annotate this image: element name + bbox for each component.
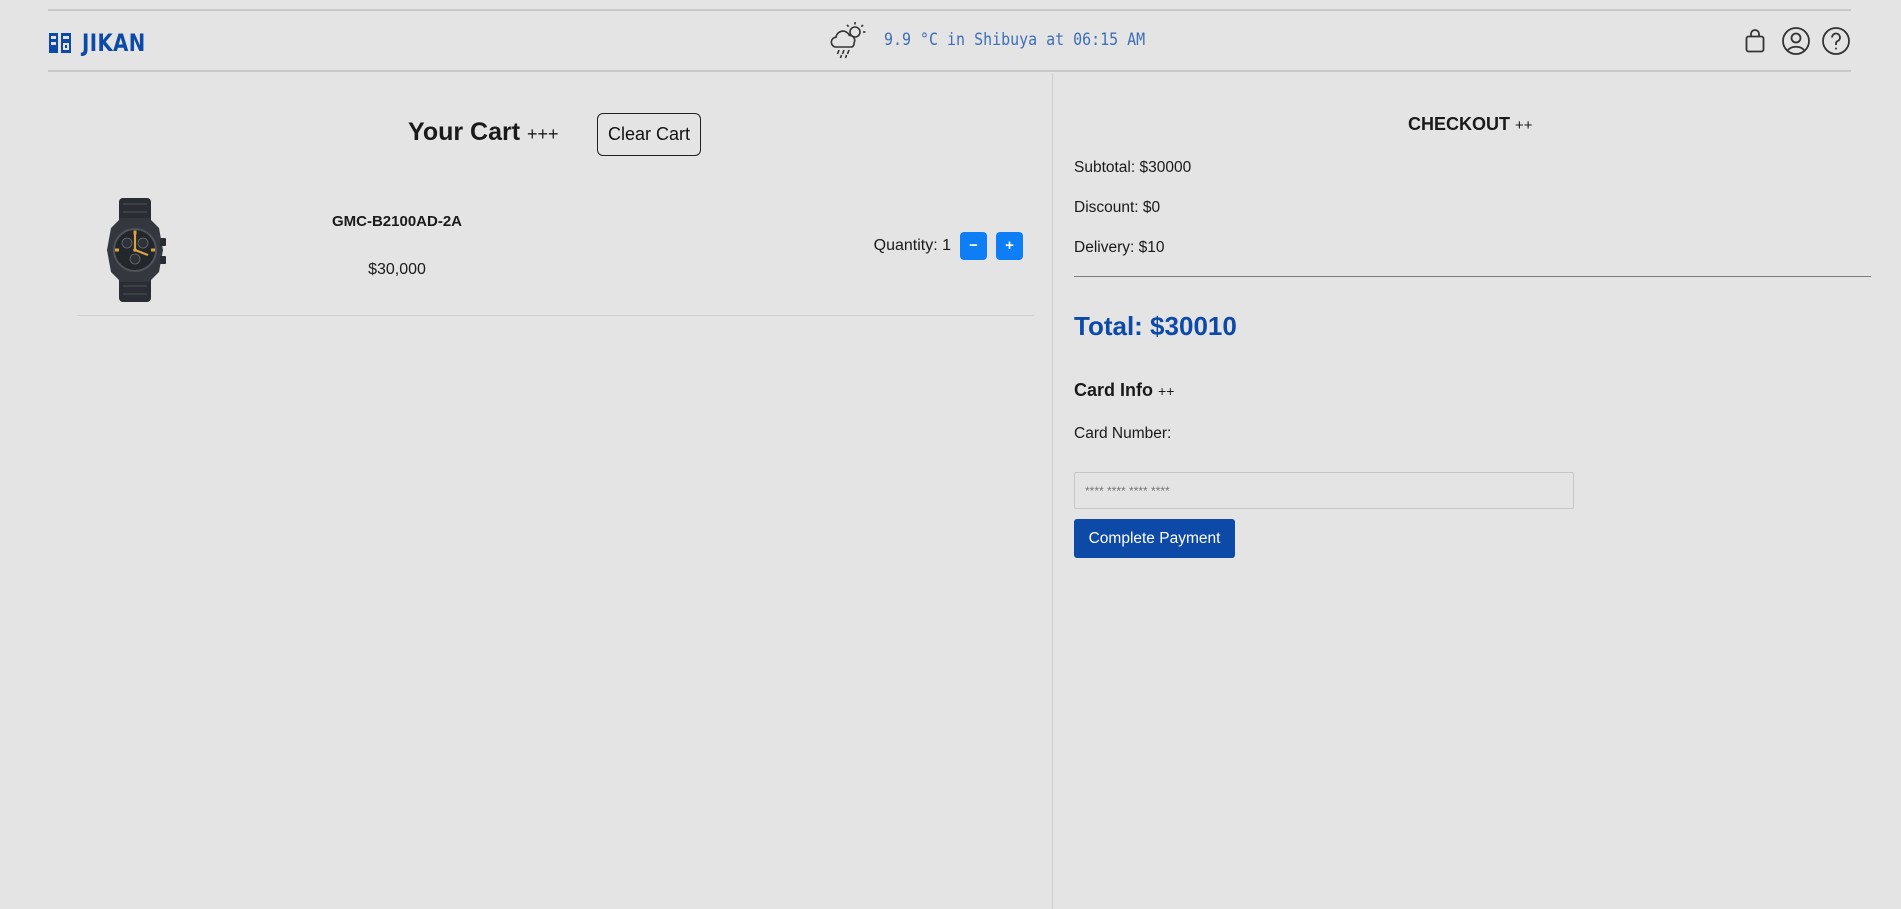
card-number-input[interactable]: [1074, 472, 1574, 509]
user-profile-icon[interactable]: [1781, 26, 1811, 56]
cart-title: Your Cart +++: [408, 118, 559, 147]
card-info-title: Card Info ++: [1074, 380, 1174, 401]
quantity-label: Quantity: 1: [873, 237, 951, 254]
card-info-title-suffix: ++: [1158, 383, 1175, 399]
item-price: $30,000: [368, 261, 426, 278]
clear-cart-button[interactable]: Clear Cart: [597, 113, 701, 156]
brand-name: JIKAN: [82, 29, 146, 57]
quantity-stepper: Quantity: 1 − +: [874, 232, 1023, 260]
top-header: JIKAN 9.9 °C in Shibuya at 06:15 AM: [48, 9, 1851, 72]
cart-title-text: Your Cart: [408, 118, 521, 146]
delivery-line: Delivery: $10: [1074, 239, 1165, 256]
cart-item-row: GMC-B2100AD-2A $30,000 Quantity: 1 − +: [77, 190, 1034, 316]
column-divider: [1052, 73, 1053, 909]
wristwatch-icon: [107, 198, 166, 302]
card-number-label: Card Number:: [1074, 425, 1172, 442]
checkout-title-text: CHECKOUT: [1408, 114, 1510, 134]
card-info-title-text: Card Info: [1074, 380, 1153, 400]
logo-mark-icon: [49, 33, 71, 53]
checkout-title: CHECKOUT ++: [1408, 114, 1533, 135]
help-icon[interactable]: [1821, 26, 1851, 56]
header-actions: [1743, 26, 1851, 56]
discount-line: Discount: $0: [1074, 199, 1161, 216]
decrement-quantity-button[interactable]: −: [960, 232, 987, 260]
weather-widget: 9.9 °C in Shibuya at 06:15 AM: [828, 20, 1181, 60]
item-name: GMC-B2100AD-2A: [331, 213, 463, 230]
increment-quantity-button[interactable]: +: [996, 232, 1023, 260]
summary-divider: [1074, 276, 1871, 277]
subtotal-line: Subtotal: $30000: [1074, 159, 1192, 176]
checkout-title-suffix: ++: [1515, 117, 1533, 134]
shopping-bag-icon[interactable]: [1743, 28, 1767, 54]
complete-payment-button[interactable]: Complete Payment: [1074, 519, 1235, 558]
order-total: Total: $30010: [1074, 311, 1237, 341]
brand-logo[interactable]: JIKAN: [48, 29, 160, 57]
weather-readout: 9.9 °C in Shibuya at 06:15 AM: [884, 30, 1146, 50]
weather-icon: [830, 22, 866, 59]
cart-title-suffix: +++: [527, 124, 559, 144]
